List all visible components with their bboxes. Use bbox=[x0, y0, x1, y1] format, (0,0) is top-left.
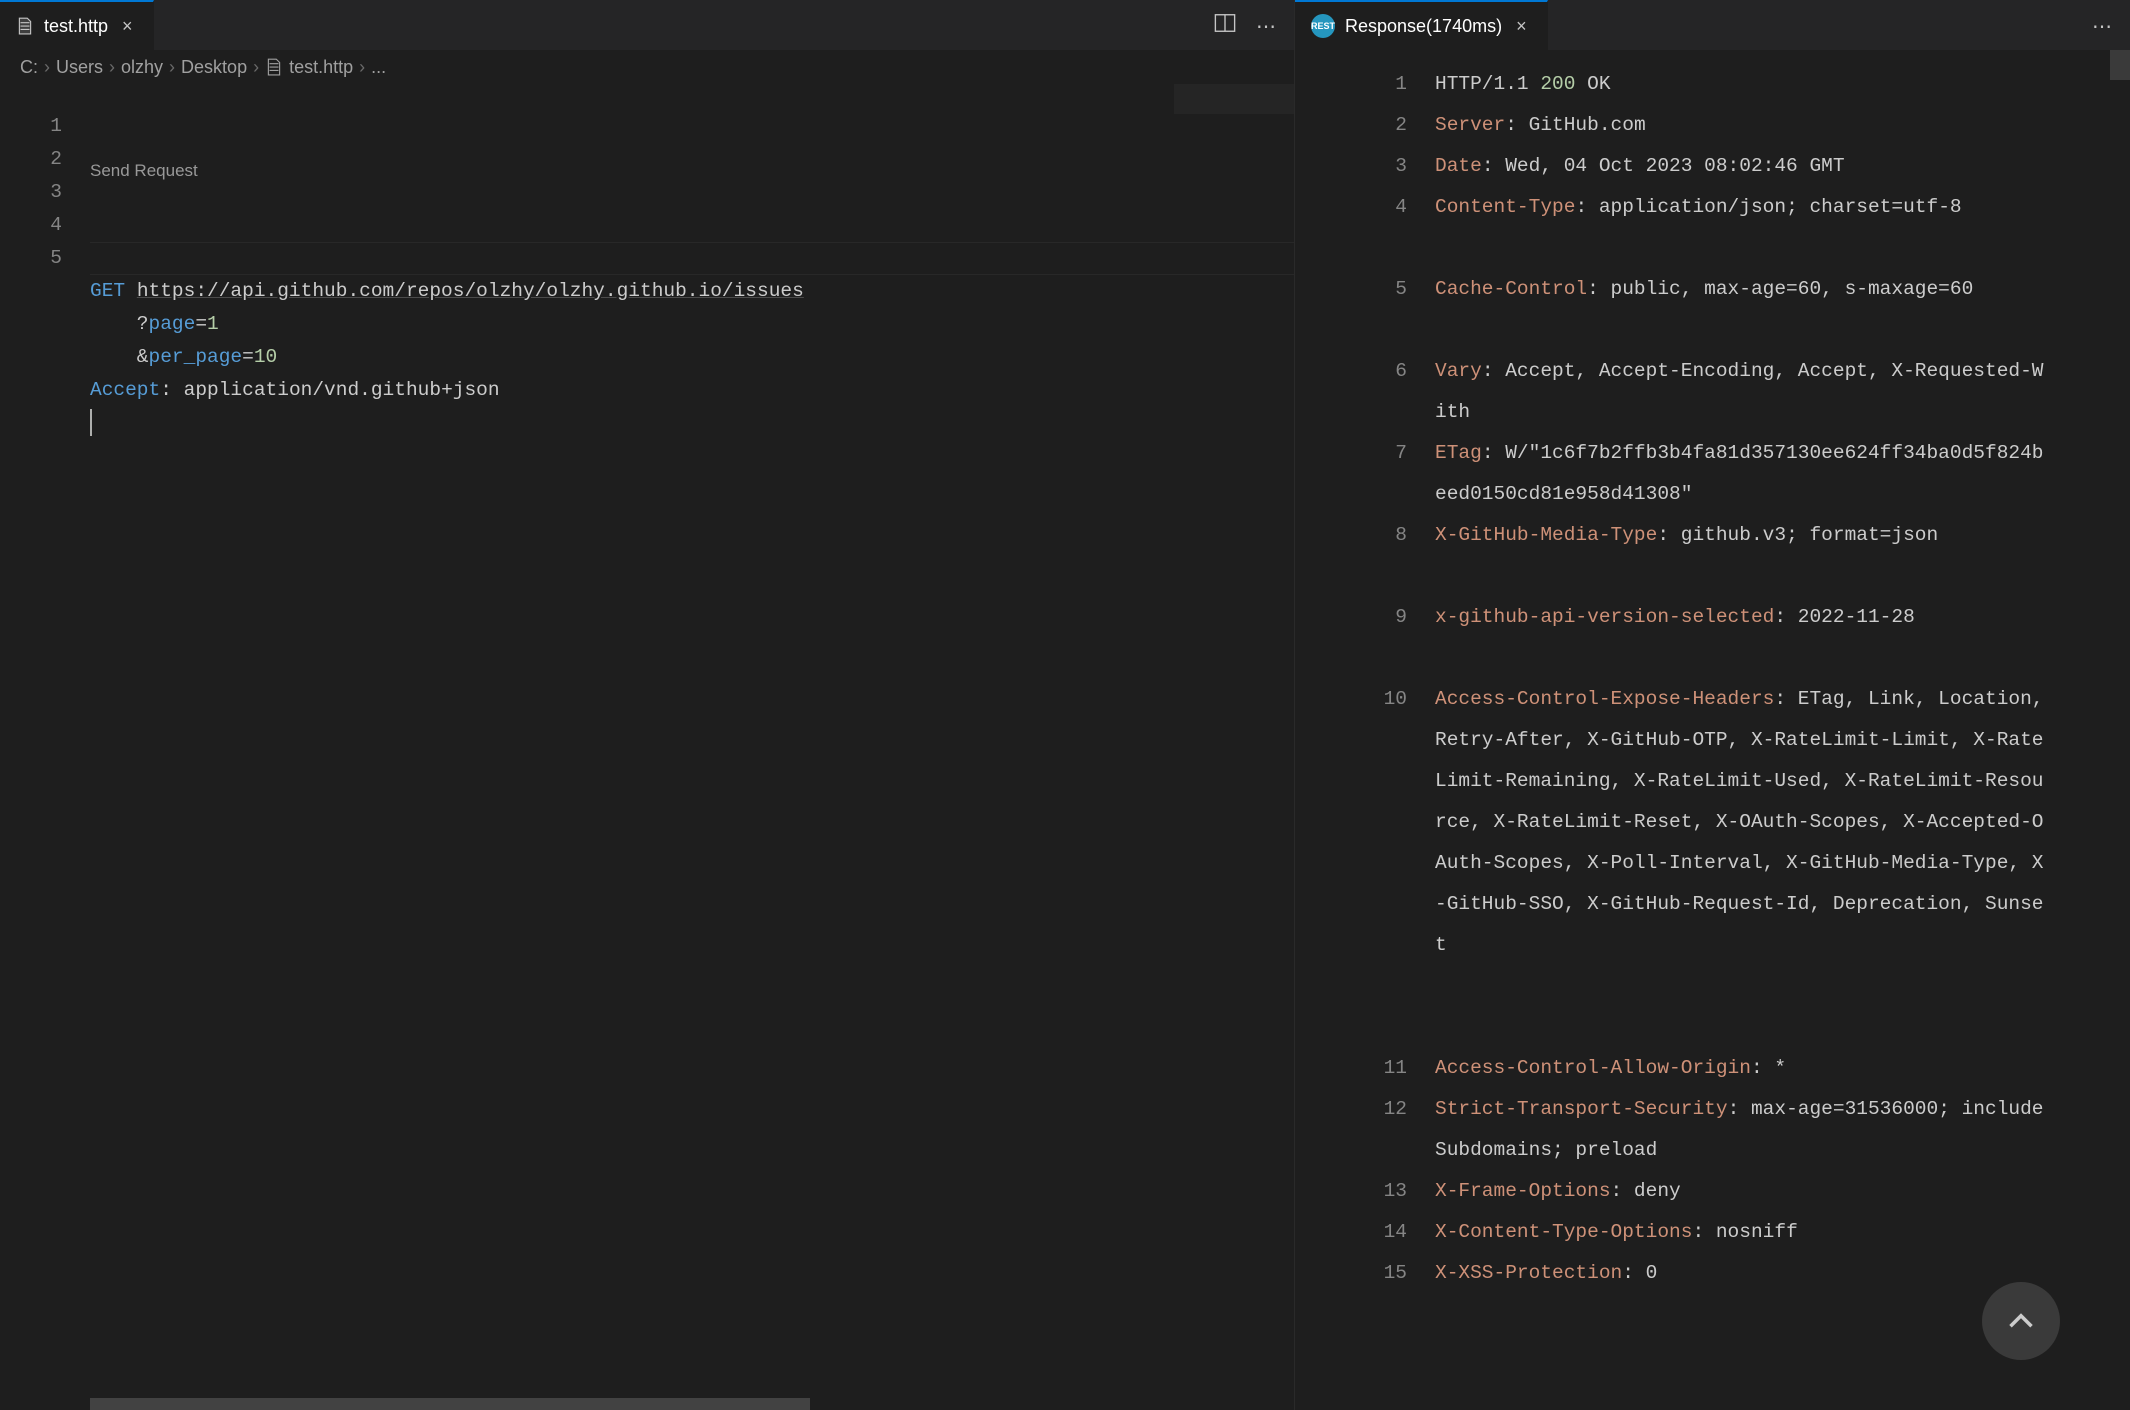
rest-icon: REST bbox=[1311, 14, 1335, 38]
tab-actions-right: ⋯ bbox=[2092, 2, 2130, 50]
chevron-icon: › bbox=[359, 57, 365, 78]
crumb[interactable]: Users bbox=[56, 57, 103, 78]
left-editor-group: test.http × ⋯ C: › Users › olzhy › Deskt… bbox=[0, 0, 1295, 1410]
response-code-area[interactable]: HTTP/1.1 200 OKServer: GitHub.comDate: W… bbox=[1435, 64, 2130, 1410]
response-line: Access-Control-Expose-Headers: ETag, Lin… bbox=[1435, 679, 2045, 1048]
code-line[interactable]: GET https://api.github.com/repos/olzhy/o… bbox=[90, 275, 1294, 308]
scrollbar-thumb[interactable] bbox=[90, 1398, 810, 1410]
response-line: x-github-api-version-selected: 2022-11-2… bbox=[1435, 597, 2045, 679]
chevron-icon: › bbox=[169, 57, 175, 78]
crumb[interactable]: Desktop bbox=[181, 57, 247, 78]
crumb[interactable]: olzhy bbox=[121, 57, 163, 78]
horizontal-scrollbar[interactable] bbox=[90, 1392, 1294, 1410]
response-line: Content-Type: application/json; charset=… bbox=[1435, 187, 2045, 269]
code-line[interactable]: ?page=1 bbox=[90, 308, 1294, 341]
close-icon[interactable]: × bbox=[118, 14, 137, 39]
code-line[interactable]: &per_page=10 bbox=[90, 341, 1294, 374]
chevron-icon: › bbox=[44, 57, 50, 78]
response-line: ETag: W/"1c6f7b2ffb3b4fa81d357130ee624ff… bbox=[1435, 433, 2045, 515]
tab-actions-left: ⋯ bbox=[1214, 2, 1294, 50]
response-line: Date: Wed, 04 Oct 2023 08:02:46 GMT bbox=[1435, 146, 2045, 187]
tab-test-http[interactable]: test.http × bbox=[0, 0, 154, 50]
breadcrumb[interactable]: C: › Users › olzhy › Desktop › test.http… bbox=[0, 50, 1294, 84]
editor-body-left[interactable]: 12345 Send Request GET https://api.githu… bbox=[0, 84, 1294, 1410]
response-line: Access-Control-Allow-Origin: * bbox=[1435, 1048, 2045, 1089]
chevron-icon: › bbox=[109, 57, 115, 78]
more-icon[interactable]: ⋯ bbox=[2092, 14, 2112, 39]
tab-label: Response(1740ms) bbox=[1345, 16, 1502, 37]
tab-bar-left: test.http × ⋯ bbox=[0, 0, 1294, 50]
more-icon[interactable]: ⋯ bbox=[1256, 14, 1276, 39]
tab-response[interactable]: REST Response(1740ms) × bbox=[1295, 0, 1548, 50]
crumb[interactable]: test.http bbox=[289, 57, 353, 78]
code-line[interactable]: Accept: application/vnd.github+json bbox=[90, 374, 1294, 407]
response-line: Server: GitHub.com bbox=[1435, 105, 2045, 146]
chevron-icon: › bbox=[253, 57, 259, 78]
response-line: HTTP/1.1 200 OK bbox=[1435, 64, 2045, 105]
minimap[interactable] bbox=[1174, 84, 1294, 1410]
crumb[interactable]: ... bbox=[371, 57, 386, 78]
response-line: Vary: Accept, Accept-Encoding, Accept, X… bbox=[1435, 351, 2045, 433]
crumb[interactable]: C: bbox=[20, 57, 38, 78]
file-icon bbox=[265, 58, 283, 76]
code-line[interactable] bbox=[90, 407, 1294, 440]
send-request-codelens[interactable]: Send Request bbox=[90, 154, 198, 187]
split-editor-icon[interactable] bbox=[1214, 12, 1236, 40]
line-gutter: 123456789101112131415 bbox=[1295, 64, 1435, 1410]
response-line: X-GitHub-Media-Type: github.v3; format=j… bbox=[1435, 515, 2045, 597]
response-line: Strict-Transport-Security: max-age=31536… bbox=[1435, 1089, 2045, 1171]
scrollbar-thumb[interactable] bbox=[2110, 50, 2130, 80]
minimap-content bbox=[1174, 84, 1294, 114]
right-editor-group: REST Response(1740ms) × ⋯ 12345678910111… bbox=[1295, 0, 2130, 1410]
line-gutter: 12345 bbox=[0, 84, 90, 1410]
response-line: Cache-Control: public, max-age=60, s-max… bbox=[1435, 269, 2045, 351]
scroll-to-top-button[interactable] bbox=[1982, 1282, 2060, 1360]
editor-body-right[interactable]: 123456789101112131415 HTTP/1.1 200 OKSer… bbox=[1295, 50, 2130, 1410]
response-line: X-XSS-Protection: 0 bbox=[1435, 1253, 2045, 1294]
code-area[interactable]: Send Request GET https://api.github.com/… bbox=[90, 84, 1294, 1410]
close-icon[interactable]: × bbox=[1512, 14, 1531, 39]
response-line: X-Content-Type-Options: nosniff bbox=[1435, 1212, 2045, 1253]
vertical-scrollbar[interactable] bbox=[2110, 50, 2130, 1410]
tab-label: test.http bbox=[44, 16, 108, 37]
tab-bar-right: REST Response(1740ms) × ⋯ bbox=[1295, 0, 2130, 50]
response-line: X-Frame-Options: deny bbox=[1435, 1171, 2045, 1212]
file-icon bbox=[16, 17, 34, 35]
